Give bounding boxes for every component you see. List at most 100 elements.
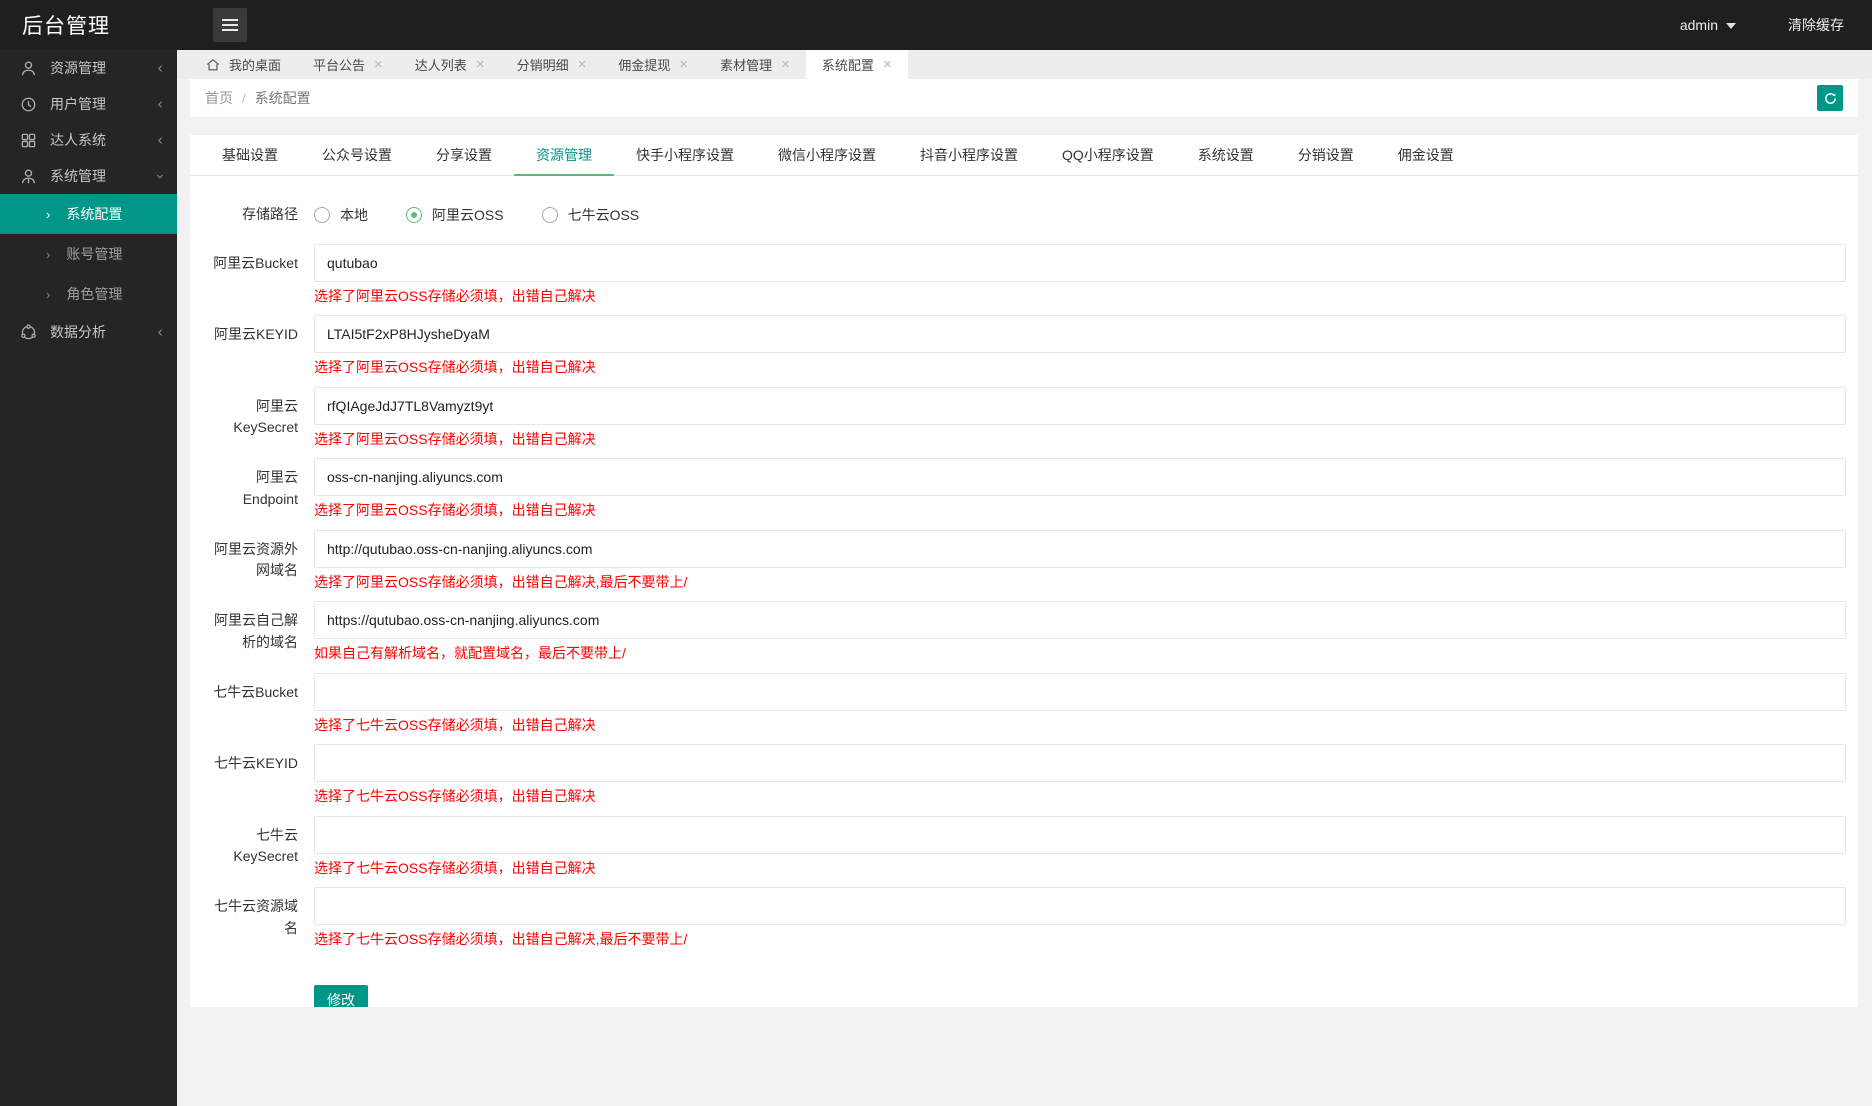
aliyun-external-domain-input[interactable]	[314, 529, 1846, 568]
submit-button[interactable]: 修改	[314, 984, 368, 1007]
settings-card: 基础设置 公众号设置 分享设置 资源管理 快手小程序设置 微信小程序设置 抖音小…	[190, 135, 1858, 1007]
field-row-aliyun-keysecret: 阿里云KeySecret 选择了阿里云OSS存储必须填，出错自己解决	[190, 386, 1858, 449]
settings-tab-commission[interactable]: 佣金设置	[1376, 135, 1476, 175]
sidebar: 资源管理 ‹ 用户管理 ‹ 达人系统 ‹ 系统管理 › › 系统配置 › 账号管…	[0, 50, 177, 1106]
qiniu-bucket-input[interactable]	[314, 672, 1846, 711]
app-title: 后台管理	[22, 15, 110, 38]
arrow-right-icon: ›	[46, 206, 51, 222]
main-area: 我的桌面 平台公告 × 达人列表 × 分销明细 × 佣金提现 × 素材管理 × …	[177, 50, 1872, 1106]
field-hint: 选择了阿里云OSS存储必须填，出错自己解决	[314, 359, 596, 376]
field-label: 阿里云资源外网域名	[214, 540, 298, 579]
aliyun-endpoint-input[interactable]	[314, 458, 1846, 497]
close-icon[interactable]: ×	[883, 57, 892, 72]
refresh-button[interactable]	[1817, 85, 1843, 111]
user-gear-icon	[20, 168, 37, 185]
close-icon[interactable]: ×	[374, 57, 383, 72]
settings-tab-resource[interactable]: 资源管理	[514, 135, 614, 176]
qiniu-domain-input[interactable]	[314, 887, 1846, 926]
field-label: 七牛云资源域名	[214, 898, 298, 936]
field-label: 七牛云Bucket	[213, 683, 298, 700]
tab-material-manage[interactable]: 素材管理 ×	[704, 50, 806, 79]
sidebar-subitem-system-config[interactable]: › 系统配置	[0, 194, 177, 234]
aliyun-bucket-input[interactable]	[314, 243, 1846, 282]
breadcrumb-current: 系统配置	[254, 90, 311, 106]
breadcrumb-separator: /	[242, 90, 246, 106]
sidebar-subitem-label: 角色管理	[66, 286, 123, 302]
user-menu[interactable]: admin	[1680, 17, 1736, 33]
breadcrumb-home[interactable]: 首页	[205, 88, 233, 108]
settings-tab-share[interactable]: 分享设置	[414, 135, 514, 175]
sidebar-item-data-analysis[interactable]: 数据分析 ‹	[0, 314, 177, 350]
sidebar-subitem-role-manage[interactable]: › 角色管理	[0, 274, 177, 314]
field-row-qiniu-keysecret: 七牛云KeySecret 选择了七牛云OSS存储必须填，出错自己解决	[190, 815, 1858, 878]
field-hint: 选择了七牛云OSS存储必须填，出错自己解决,最后不要带上/	[314, 931, 688, 948]
field-hint: 选择了阿里云OSS存储必须填，出错自己解决,最后不要带上/	[314, 573, 688, 590]
radio-local[interactable]: 本地	[314, 205, 368, 225]
radio-label: 本地	[340, 206, 368, 223]
top-header: 后台管理 admin 清除缓存	[0, 0, 1872, 50]
resource-settings-form: 存储路径 本地 阿里云OSS 七牛云OSS 阿里云Bucket qutubao …	[190, 176, 1858, 1007]
settings-tab-official-account[interactable]: 公众号设置	[300, 135, 414, 175]
tab-distribution-detail[interactable]: 分销明细 ×	[501, 50, 603, 79]
tab-system-config[interactable]: 系统配置 ×	[805, 50, 908, 79]
field-hint: 选择了阿里云OSS存储必须填，出错自己解决	[314, 502, 596, 519]
settings-tab-system[interactable]: 系统设置	[1176, 135, 1276, 175]
sidebar-item-label: 系统管理	[50, 168, 106, 184]
settings-tab-qq-mini[interactable]: QQ小程序设置	[1040, 135, 1176, 175]
settings-tab-wechat-mini[interactable]: 微信小程序设置	[756, 135, 898, 175]
field-label: 阿里云KeySecret	[233, 397, 298, 436]
clear-cache-button[interactable]: 清除缓存	[1788, 15, 1844, 35]
sidebar-item-label: 资源管理	[50, 60, 106, 76]
grid-icon	[20, 132, 37, 149]
tab-label: 平台公告	[313, 58, 366, 73]
field-label: 七牛云KEYID	[213, 755, 298, 772]
username: admin	[1679, 17, 1718, 33]
sidebar-item-user-manage[interactable]: 用户管理 ‹	[0, 86, 177, 122]
radio-aliyun-oss[interactable]: 阿里云OSS	[406, 205, 504, 225]
aliyun-custom-domain-input[interactable]	[314, 601, 1846, 640]
chevron-down-icon: ›	[151, 173, 170, 179]
field-hint: 选择了七牛云OSS存储必须填，出错自己解决	[314, 716, 596, 733]
settings-tab-douyin-mini[interactable]: 抖音小程序设置	[898, 135, 1040, 175]
arrow-right-icon: ›	[46, 286, 51, 302]
radio-qiniu-oss[interactable]: 七牛云OSS	[541, 205, 640, 225]
aliyun-keysecret-input[interactable]	[314, 386, 1846, 425]
field-label: 阿里云Bucket	[213, 254, 298, 271]
chevron-left-icon: ‹	[157, 130, 163, 149]
close-icon[interactable]: ×	[578, 57, 587, 72]
field-hint: 选择了七牛云OSS存储必须填，出错自己解决	[314, 859, 596, 876]
sidebar-item-label: 用户管理	[50, 96, 106, 112]
field-hint: 选择了七牛云OSS存储必须填，出错自己解决	[314, 788, 596, 805]
tab-my-desktop[interactable]: 我的桌面	[190, 50, 297, 79]
tab-commission-withdraw[interactable]: 佣金提现 ×	[602, 50, 704, 79]
sidebar-item-resource-manage[interactable]: 资源管理 ‹	[0, 50, 177, 86]
field-hint: 选择了阿里云OSS存储必须填，出错自己解决	[314, 287, 596, 304]
radio-label: 七牛云OSS	[567, 206, 640, 223]
arrow-right-icon: ›	[46, 246, 51, 262]
settings-tab-distribution[interactable]: 分销设置	[1276, 135, 1376, 175]
qiniu-keysecret-input[interactable]	[314, 815, 1846, 854]
settings-tab-kuaishou-mini[interactable]: 快手小程序设置	[614, 135, 756, 175]
sidebar-collapse-button[interactable]	[213, 8, 247, 42]
open-tabs-bar: 我的桌面 平台公告 × 达人列表 × 分销明细 × 佣金提现 × 素材管理 × …	[177, 50, 1872, 79]
tab-talent-list[interactable]: 达人列表 ×	[399, 50, 501, 79]
sidebar-subitem-account-manage[interactable]: › 账号管理	[0, 234, 177, 274]
tab-platform-notice[interactable]: 平台公告 ×	[297, 50, 399, 79]
aliyun-keyid-input[interactable]	[314, 315, 1846, 354]
tab-label: 系统配置	[821, 58, 874, 73]
sidebar-item-talent-system[interactable]: 达人系统 ‹	[0, 122, 177, 158]
field-label: 七牛云KeySecret	[233, 826, 298, 865]
user-icon	[20, 60, 37, 77]
close-icon[interactable]: ×	[476, 57, 485, 72]
qiniu-keyid-input[interactable]	[314, 744, 1846, 783]
settings-tab-basic[interactable]: 基础设置	[200, 135, 300, 175]
sidebar-item-label: 达人系统	[50, 132, 106, 148]
field-label: 阿里云KEYID	[213, 326, 298, 343]
field-row-qiniu-keyid: 七牛云KEYID 选择了七牛云OSS存储必须填，出错自己解决	[190, 744, 1858, 806]
field-row-aliyun-keyid: 阿里云KEYID 选择了阿里云OSS存储必须填，出错自己解决	[190, 315, 1858, 377]
sidebar-item-system-manage[interactable]: 系统管理 ›	[0, 158, 177, 194]
close-icon[interactable]: ×	[781, 57, 790, 72]
close-icon[interactable]: ×	[679, 57, 688, 72]
settings-tabs: 基础设置 公众号设置 分享设置 资源管理 快手小程序设置 微信小程序设置 抖音小…	[190, 135, 1858, 176]
field-label: 阿里云自己解析的域名	[214, 612, 298, 650]
